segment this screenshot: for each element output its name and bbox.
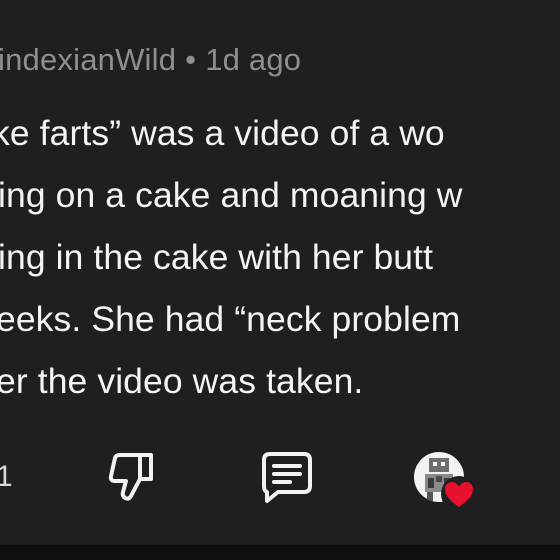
comment-line: ing in the cake with her butt <box>0 237 434 277</box>
comment-line: ing on a cake and moaning w <box>0 175 463 215</box>
meta-separator: • <box>185 42 197 77</box>
comment-line: er the video was taken. <box>0 361 364 401</box>
comment-line: eeks. She had “neck problem <box>0 299 461 339</box>
timestamp: 1d ago <box>205 42 302 77</box>
downvote-button[interactable] <box>104 448 158 504</box>
comment-bubble-icon <box>262 452 312 503</box>
comment-card: indexianWild • 1d ago ke farts” was a vide… <box>0 0 560 560</box>
bottom-edge-bar <box>0 545 560 560</box>
heart-icon <box>441 476 477 512</box>
award-button[interactable] <box>412 448 484 514</box>
thumbs-down-icon <box>108 453 153 501</box>
reply-button[interactable] <box>258 448 316 506</box>
comment-line: ke farts” was a video of a wo <box>0 113 445 153</box>
comment-meta: indexianWild • 1d ago <box>0 42 301 78</box>
vote-count: 1 <box>0 460 13 493</box>
username[interactable]: indexianWild <box>0 42 176 77</box>
comment-actions: 1 <box>0 440 560 512</box>
